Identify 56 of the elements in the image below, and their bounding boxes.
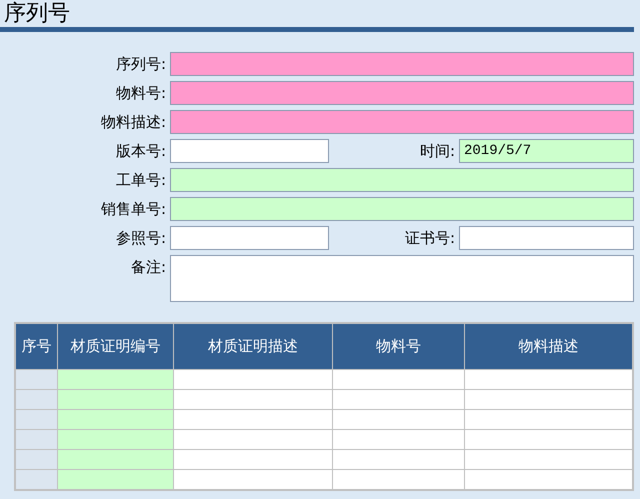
column-header: 材质证明编号 (58, 324, 173, 369)
input-field[interactable] (170, 168, 634, 192)
page-title: 序列号 (3, 0, 70, 27)
table-cell[interactable] (58, 370, 173, 389)
column-header: 序号 (16, 324, 57, 369)
table-cell[interactable] (333, 470, 464, 489)
table-cell[interactable] (174, 370, 332, 389)
field-label: 物料描述: (100, 112, 166, 133)
column-header: 物料号 (333, 324, 464, 369)
table-cell[interactable] (16, 470, 57, 489)
table-cell[interactable] (465, 410, 632, 429)
table-cell[interactable] (465, 450, 632, 469)
table-cell[interactable] (58, 430, 173, 449)
table-cell[interactable] (16, 450, 57, 469)
field-label: 备注: (130, 257, 166, 278)
input-field[interactable] (170, 139, 329, 163)
input-field[interactable] (170, 197, 634, 221)
field-label: 工单号: (114, 170, 166, 191)
table-cell[interactable] (333, 370, 464, 389)
table-cell[interactable] (16, 390, 57, 409)
table-cell[interactable] (16, 430, 57, 449)
table-cell[interactable] (174, 470, 332, 489)
input-field[interactable] (170, 110, 634, 134)
column-header: 材质证明描述 (174, 324, 332, 369)
input-field[interactable] (170, 52, 634, 76)
field-label: 物料号: (114, 83, 166, 104)
table-cell[interactable] (174, 390, 332, 409)
table-cell[interactable] (16, 410, 57, 429)
field-label: 版本号: (114, 141, 166, 162)
input-field[interactable]: 2019/5/7 (459, 139, 634, 163)
table-cell[interactable] (174, 450, 332, 469)
input-field[interactable] (170, 81, 634, 105)
table-cell[interactable] (16, 370, 57, 389)
table-cell[interactable] (58, 450, 173, 469)
field-label: 参照号: (114, 228, 166, 249)
input-field[interactable] (459, 226, 634, 250)
table-cell[interactable] (58, 470, 173, 489)
remarks-field[interactable] (170, 255, 634, 302)
table-cell[interactable] (465, 430, 632, 449)
table-cell[interactable] (465, 470, 632, 489)
table-cell[interactable] (58, 390, 173, 409)
table-cell[interactable] (465, 370, 632, 389)
table-cell[interactable] (174, 410, 332, 429)
table-cell[interactable] (333, 390, 464, 409)
table-cell[interactable] (58, 410, 173, 429)
table-cell[interactable] (333, 430, 464, 449)
field-label: 时间: (418, 141, 455, 162)
table-cell[interactable] (465, 390, 632, 409)
table-cell[interactable] (333, 450, 464, 469)
field-label: 证书号: (404, 228, 455, 249)
table-cell[interactable] (333, 410, 464, 429)
table-cell[interactable] (174, 430, 332, 449)
field-label: 序列号: (114, 54, 166, 75)
field-label: 销售单号: (100, 199, 166, 220)
input-field[interactable] (170, 226, 329, 250)
column-header: 物料描述 (465, 324, 632, 369)
